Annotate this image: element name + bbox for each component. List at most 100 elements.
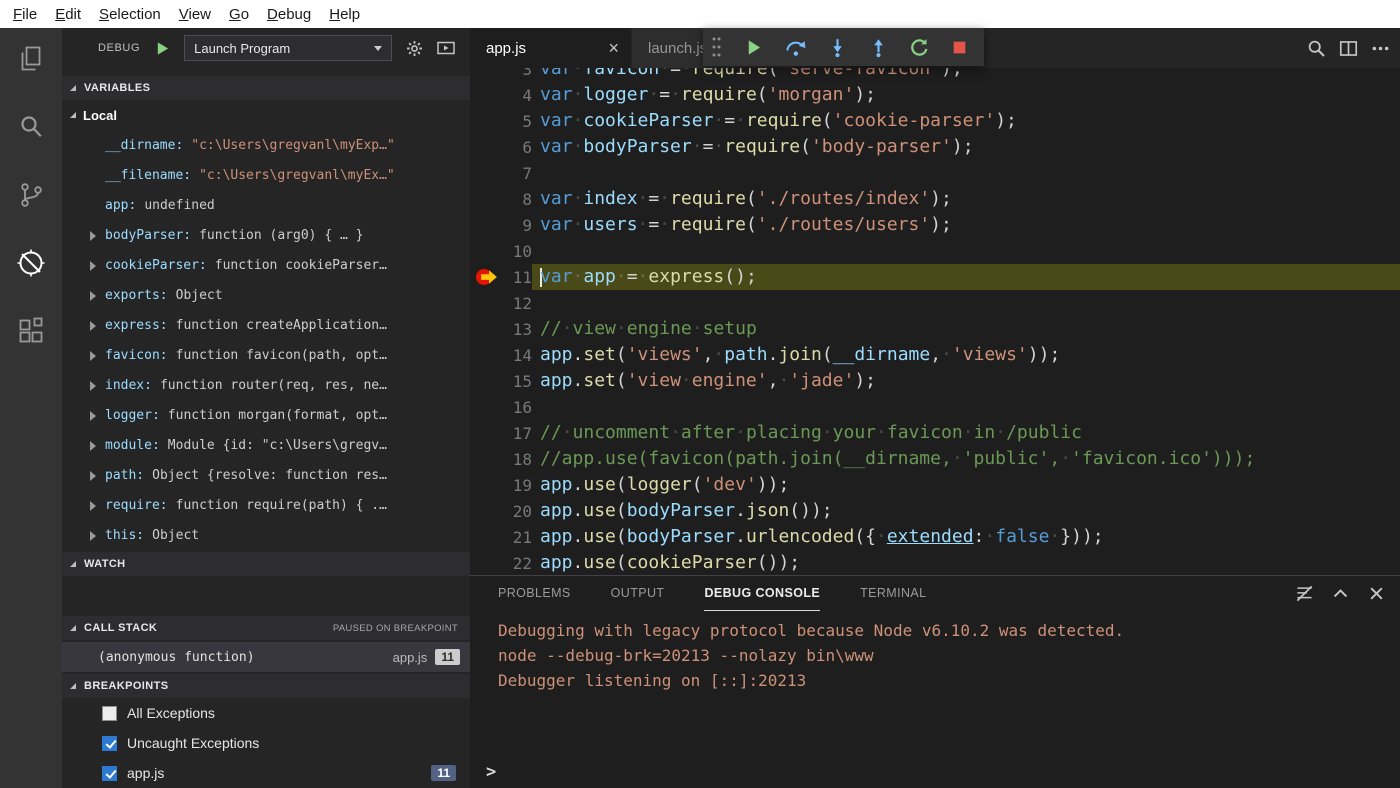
drag-grip-icon[interactable]: [711, 36, 722, 58]
launch-config-dropdown[interactable]: Launch Program: [184, 35, 392, 61]
glyph-margin[interactable]: [470, 394, 502, 420]
code-line[interactable]: 5var·cookieParser·=·require('cookie-pars…: [470, 108, 1400, 134]
stop-button[interactable]: [951, 36, 968, 58]
code-text[interactable]: var·users·=·require('./routes/users');: [532, 212, 1400, 238]
variable-row[interactable]: bodyParser:function (arg0) { … }: [62, 220, 470, 250]
glyph-margin[interactable]: [470, 472, 502, 498]
code-line[interactable]: 14app.set('views',·path.join(__dirname,·…: [470, 342, 1400, 368]
find-icon[interactable]: [1306, 37, 1326, 59]
glyph-margin[interactable]: [470, 186, 502, 212]
code-text[interactable]: app.use(logger('dev'));: [532, 472, 1400, 498]
code-text[interactable]: app.set('view·engine',·'jade');: [532, 368, 1400, 394]
code-line[interactable]: 10: [470, 238, 1400, 264]
glyph-margin[interactable]: [470, 264, 502, 290]
close-icon[interactable]: ×: [608, 39, 619, 57]
code-line[interactable]: 9var·users·=·require('./routes/users');: [470, 212, 1400, 238]
debug-icon[interactable]: [14, 246, 48, 280]
clear-console-icon[interactable]: [1294, 583, 1314, 605]
code-line[interactable]: 22app.use(cookieParser());: [470, 550, 1400, 575]
glyph-margin[interactable]: [470, 68, 502, 82]
glyph-margin[interactable]: [470, 342, 502, 368]
code-line[interactable]: 16: [470, 394, 1400, 420]
breakpoint-row[interactable]: app.js11: [62, 758, 470, 788]
files-icon[interactable]: [14, 42, 48, 76]
code-line[interactable]: 15app.set('view·engine',·'jade');: [470, 368, 1400, 394]
breakpoints-section-header[interactable]: BREAKPOINTS: [62, 674, 470, 698]
code-text[interactable]: app.use(bodyParser.json());: [532, 498, 1400, 524]
checkbox[interactable]: [102, 706, 117, 721]
watch-section-header[interactable]: WATCH: [62, 552, 470, 576]
panel-tab-debug-console[interactable]: DEBUG CONSOLE: [704, 576, 820, 611]
code-text[interactable]: var·index·=·require('./routes/index');: [532, 186, 1400, 212]
checkbox[interactable]: [102, 766, 117, 781]
menu-selection[interactable]: Selection: [90, 4, 170, 25]
glyph-margin[interactable]: [470, 212, 502, 238]
variable-row[interactable]: __filename:"c:\Users\gregvanl\myEx…": [62, 160, 470, 190]
menu-go[interactable]: Go: [220, 4, 258, 25]
variable-row[interactable]: logger:function morgan(format, opt…: [62, 400, 470, 430]
glyph-margin[interactable]: [470, 524, 502, 550]
code-line[interactable]: 13//·view·engine·setup: [470, 316, 1400, 342]
code-text[interactable]: app.use(cookieParser());: [532, 550, 1400, 575]
step-out-button[interactable]: [869, 36, 888, 58]
code-text[interactable]: app.set('views',·path.join(__dirname,·'v…: [532, 342, 1400, 368]
code-text[interactable]: //·uncomment·after·placing·your·favicon·…: [532, 420, 1400, 446]
code-line[interactable]: 8var·index·=·require('./routes/index');: [470, 186, 1400, 212]
code-line[interactable]: 21app.use(bodyParser.urlencoded({·extend…: [470, 524, 1400, 550]
panel-tab-problems[interactable]: PROBLEMS: [498, 576, 571, 611]
panel-tab-terminal[interactable]: TERMINAL: [860, 576, 926, 611]
code-text[interactable]: //app.use(favicon(path.join(__dirname,·'…: [532, 446, 1400, 472]
code-line[interactable]: 19app.use(logger('dev'));: [470, 472, 1400, 498]
open-debug-console-icon[interactable]: [436, 37, 456, 59]
glyph-margin[interactable]: [470, 368, 502, 394]
more-actions-icon[interactable]: [1370, 37, 1390, 59]
code-line[interactable]: 6var·bodyParser·=·require('body-parser')…: [470, 134, 1400, 160]
configure-gear-icon[interactable]: [404, 37, 424, 59]
variable-row[interactable]: exports:Object: [62, 280, 470, 310]
variables-section-header[interactable]: VARIABLES: [62, 76, 470, 100]
close-panel-icon[interactable]: [1366, 583, 1386, 605]
variables-scope[interactable]: Local: [62, 100, 470, 130]
variable-row[interactable]: path:Object {resolve: function res…: [62, 460, 470, 490]
glyph-margin[interactable]: [470, 134, 502, 160]
split-editor-icon[interactable]: [1338, 37, 1358, 59]
code-text[interactable]: [532, 238, 1400, 264]
code-text[interactable]: var·logger·=·require('morgan');: [532, 82, 1400, 108]
call-stack-section-header[interactable]: CALL STACK PAUSED ON BREAKPOINT: [62, 616, 470, 640]
glyph-margin[interactable]: [470, 550, 502, 575]
glyph-margin[interactable]: [470, 290, 502, 316]
tab-app.js[interactable]: app.js×: [470, 28, 632, 68]
code-line[interactable]: 11var·app·=·express();: [470, 264, 1400, 290]
code-text[interactable]: //·view·engine·setup: [532, 316, 1400, 342]
source-control-icon[interactable]: [14, 178, 48, 212]
call-stack-frame[interactable]: (anonymous function)app.js11: [62, 642, 470, 672]
glyph-margin[interactable]: [470, 108, 502, 134]
checkbox[interactable]: [102, 736, 117, 751]
variable-row[interactable]: __dirname:"c:\Users\gregvanl\myExp…": [62, 130, 470, 160]
menu-view[interactable]: View: [170, 4, 220, 25]
variable-row[interactable]: express:function createApplication…: [62, 310, 470, 340]
code-line[interactable]: 20app.use(bodyParser.json());: [470, 498, 1400, 524]
continue-button[interactable]: [744, 36, 763, 58]
glyph-margin[interactable]: [470, 82, 502, 108]
debug-console-input[interactable]: >: [470, 756, 1400, 788]
start-debugging-button[interactable]: [152, 37, 172, 59]
code-line[interactable]: 3var·favicon·=·require('serve-favicon');: [470, 68, 1400, 82]
code-line[interactable]: 17//·uncomment·after·placing·your·favico…: [470, 420, 1400, 446]
variable-row[interactable]: this:Object: [62, 520, 470, 550]
debug-toolbar[interactable]: [703, 28, 984, 66]
code-text[interactable]: var·bodyParser·=·require('body-parser');: [532, 134, 1400, 160]
glyph-margin[interactable]: [470, 238, 502, 264]
code-text[interactable]: var·cookieParser·=·require('cookie-parse…: [532, 108, 1400, 134]
restart-button[interactable]: [910, 36, 929, 58]
glyph-margin[interactable]: [470, 160, 502, 186]
search-icon[interactable]: [14, 110, 48, 144]
code-text[interactable]: [532, 290, 1400, 316]
breakpoint-row[interactable]: Uncaught Exceptions: [62, 728, 470, 758]
maximize-panel-icon[interactable]: [1330, 583, 1350, 605]
code-line[interactable]: 7: [470, 160, 1400, 186]
code-editor[interactable]: 3var·favicon·=·require('serve-favicon');…: [470, 68, 1400, 575]
menu-edit[interactable]: Edit: [46, 4, 90, 25]
code-line[interactable]: 4var·logger·=·require('morgan');: [470, 82, 1400, 108]
variable-row[interactable]: app:undefined: [62, 190, 470, 220]
